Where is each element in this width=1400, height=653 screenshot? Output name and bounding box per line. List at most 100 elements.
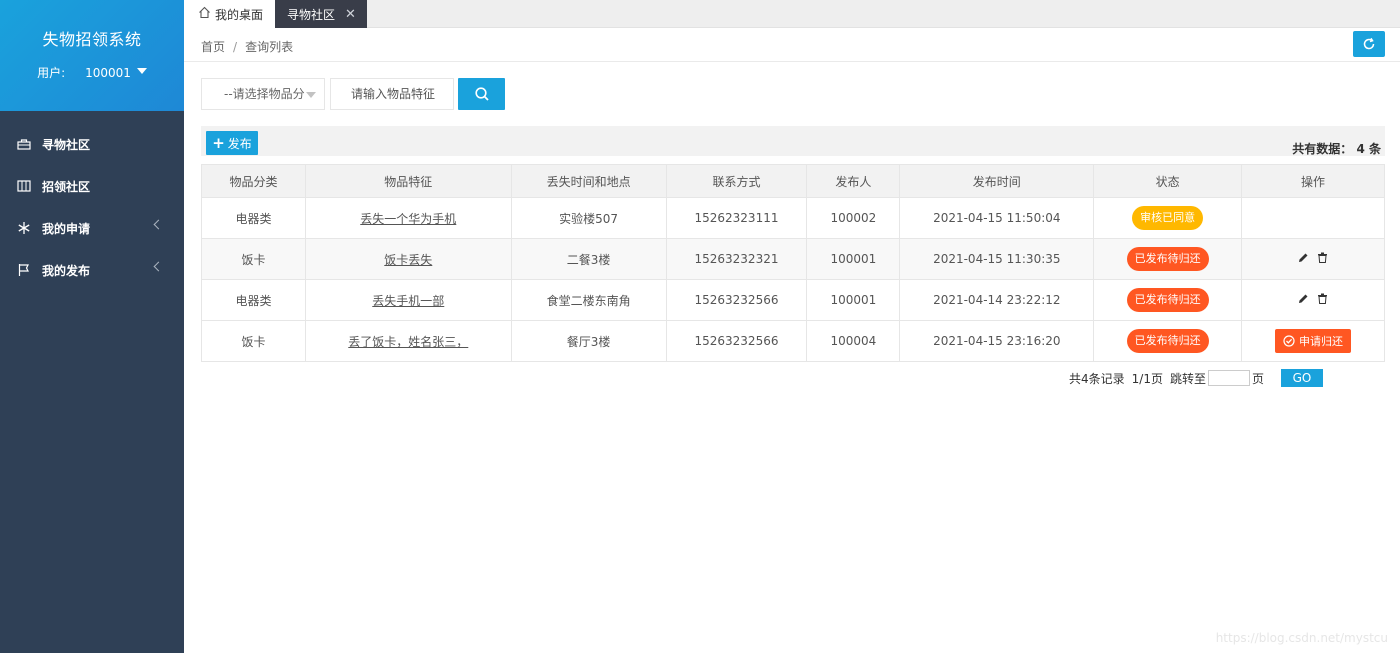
- column-header: 联系方式: [665, 164, 808, 198]
- tab-label: 寻物社区: [287, 7, 336, 22]
- column-header: 物品分类: [201, 164, 306, 198]
- edit-icon[interactable]: [1298, 252, 1309, 263]
- publish-button-label: 发布: [227, 136, 252, 151]
- cell-publisher: 100001: [806, 279, 901, 321]
- tab-lost-community[interactable]: 寻物社区 ✕: [275, 0, 367, 28]
- sidebar-item-label: 我的发布: [42, 263, 91, 278]
- cell-place: 食堂二楼东南角: [510, 279, 667, 321]
- refresh-button[interactable]: [1353, 31, 1385, 57]
- cell-status: 已发布待归还: [1093, 320, 1243, 362]
- table-toolbar: + 发布 共有数据： 4 条: [201, 126, 1385, 156]
- item-feature-link[interactable]: 饭卡丢失: [384, 253, 432, 267]
- search-button[interactable]: [458, 78, 505, 110]
- close-icon[interactable]: ✕: [345, 7, 356, 22]
- trash-icon[interactable]: [1317, 293, 1328, 304]
- cell-publisher: 100004: [806, 320, 901, 362]
- sidebar-item-found-community[interactable]: 招领社区: [0, 165, 184, 207]
- column-header: 丢失时间和地点: [510, 164, 667, 198]
- apply-return-button[interactable]: 申请归还: [1275, 329, 1352, 353]
- item-feature-link[interactable]: 丢失一个华为手机: [360, 212, 456, 226]
- cell-place: 餐厅3楼: [510, 320, 667, 362]
- flag-icon: [16, 262, 32, 278]
- page-count: 1/1页: [1131, 371, 1163, 386]
- cell-category: 电器类: [201, 279, 306, 321]
- cell-time: 2021-04-15 11:30:35: [899, 238, 1095, 280]
- column-header: 发布人: [806, 164, 901, 198]
- breadcrumb-separator: /: [233, 40, 238, 54]
- go-button[interactable]: GO: [1281, 369, 1323, 387]
- cell-contact: 15263232566: [665, 279, 808, 321]
- category-select-value: --请选择物品分: [224, 87, 305, 101]
- item-feature-link[interactable]: 丢了饭卡，姓名张三，: [348, 335, 468, 349]
- breadcrumb-home[interactable]: 首页: [201, 40, 225, 54]
- sidebar-item-label: 招领社区: [42, 179, 91, 194]
- search-icon: [474, 87, 489, 101]
- snowflake-icon: [16, 220, 32, 236]
- cell-status: 已发布待归还: [1093, 238, 1243, 280]
- tab-my-desktop[interactable]: 我的桌面: [184, 0, 275, 28]
- cell-status: 已发布待归还: [1093, 279, 1243, 321]
- cell-status: 审核已同意: [1093, 197, 1243, 239]
- pagination: 共4条记录 1/1页 跳转至 页 GO: [1069, 369, 1323, 387]
- app-title: 失物招领系统: [42, 30, 142, 49]
- page-jump-input[interactable]: [1207, 370, 1250, 386]
- sidebar: 失物招领系统 用户: 100001 寻物社区 招领社区 我的申请 我的发布: [0, 0, 184, 653]
- sidebar-item-label: 寻物社区: [42, 137, 91, 152]
- brand-header: 失物招领系统 用户: 100001: [0, 0, 184, 111]
- user-menu[interactable]: 用户: 100001: [0, 64, 184, 81]
- cell-time: 2021-04-15 11:50:04: [899, 197, 1095, 239]
- total-count: 共有数据： 4 条: [1292, 142, 1381, 156]
- cell-operations: [1241, 197, 1385, 239]
- apply-return-label: 申请归还: [1299, 335, 1344, 348]
- status-badge: 已发布待归还: [1126, 247, 1209, 271]
- column-header: 状态: [1093, 164, 1243, 198]
- trash-icon[interactable]: [1317, 252, 1328, 263]
- status-badge: 审核已同意: [1132, 206, 1204, 230]
- lost-items-table: 物品分类 物品特征 丢失时间和地点 联系方式 发布人 发布时间 状态 操作 电器…: [201, 164, 1385, 362]
- breadcrumb-current: 查询列表: [245, 40, 294, 54]
- column-header: 物品特征: [304, 164, 512, 198]
- cell-category: 饭卡: [201, 238, 306, 280]
- cell-operations: [1241, 279, 1385, 321]
- cell-feature: 丢了饭卡，姓名张三，: [304, 320, 512, 362]
- cell-contact: 15262323111: [665, 197, 808, 239]
- publish-button[interactable]: + 发布: [206, 131, 258, 155]
- cell-place: 实验楼507: [510, 197, 667, 239]
- cell-feature: 丢失手机一部: [304, 279, 512, 321]
- table-row: 饭卡 饭卡丢失 二餐3楼 15263232321 100001 2021-04-…: [201, 238, 1385, 280]
- breadcrumb: 首页 / 查询列表: [201, 38, 293, 55]
- cell-publisher: 100001: [806, 238, 901, 280]
- chevron-left-icon: [153, 261, 164, 272]
- table-header-row: 物品分类 物品特征 丢失时间和地点 联系方式 发布人 发布时间 状态 操作: [201, 164, 1385, 198]
- plus-icon: +: [212, 134, 225, 152]
- column-header: 操作: [1241, 164, 1385, 198]
- jump-label: 跳转至: [1169, 371, 1206, 386]
- feature-search-input[interactable]: [330, 78, 454, 110]
- watermark: https://blog.csdn.net/mystcu: [1215, 631, 1388, 645]
- status-badge: 已发布待归还: [1126, 288, 1209, 312]
- cell-time: 2021-04-15 23:16:20: [899, 320, 1095, 362]
- chevron-left-icon: [153, 219, 164, 230]
- cell-place: 二餐3楼: [510, 238, 667, 280]
- edit-icon[interactable]: [1298, 293, 1309, 304]
- caret-down-icon: [306, 92, 316, 98]
- item-feature-link[interactable]: 丢失手机一部: [372, 294, 444, 308]
- table-row: 电器类 丢失手机一部 食堂二楼东南角 15263232566 100001 20…: [201, 279, 1385, 321]
- caret-down-icon: [136, 67, 147, 74]
- sidebar-item-my-applications[interactable]: 我的申请: [0, 207, 184, 249]
- sidebar-item-label: 我的申请: [42, 221, 91, 236]
- tab-bar: 我的桌面 寻物社区 ✕: [184, 0, 1400, 28]
- sidebar-item-lost-community[interactable]: 寻物社区: [0, 123, 184, 165]
- sidebar-nav: 寻物社区 招领社区 我的申请 我的发布: [0, 123, 184, 291]
- home-icon: [198, 6, 211, 22]
- user-id: 100001: [85, 65, 131, 80]
- table-row: 饭卡 丢了饭卡，姓名张三， 餐厅3楼 15263232566 100004 20…: [201, 320, 1385, 362]
- tab-label: 我的桌面: [215, 7, 264, 22]
- record-count: 共4条记录: [1069, 371, 1125, 386]
- cell-category: 饭卡: [201, 320, 306, 362]
- category-select[interactable]: --请选择物品分: [201, 78, 325, 110]
- cell-feature: 丢失一个华为手机: [304, 197, 512, 239]
- sidebar-item-my-posts[interactable]: 我的发布: [0, 249, 184, 291]
- cell-time: 2021-04-14 23:22:12: [899, 279, 1095, 321]
- cell-publisher: 100002: [806, 197, 901, 239]
